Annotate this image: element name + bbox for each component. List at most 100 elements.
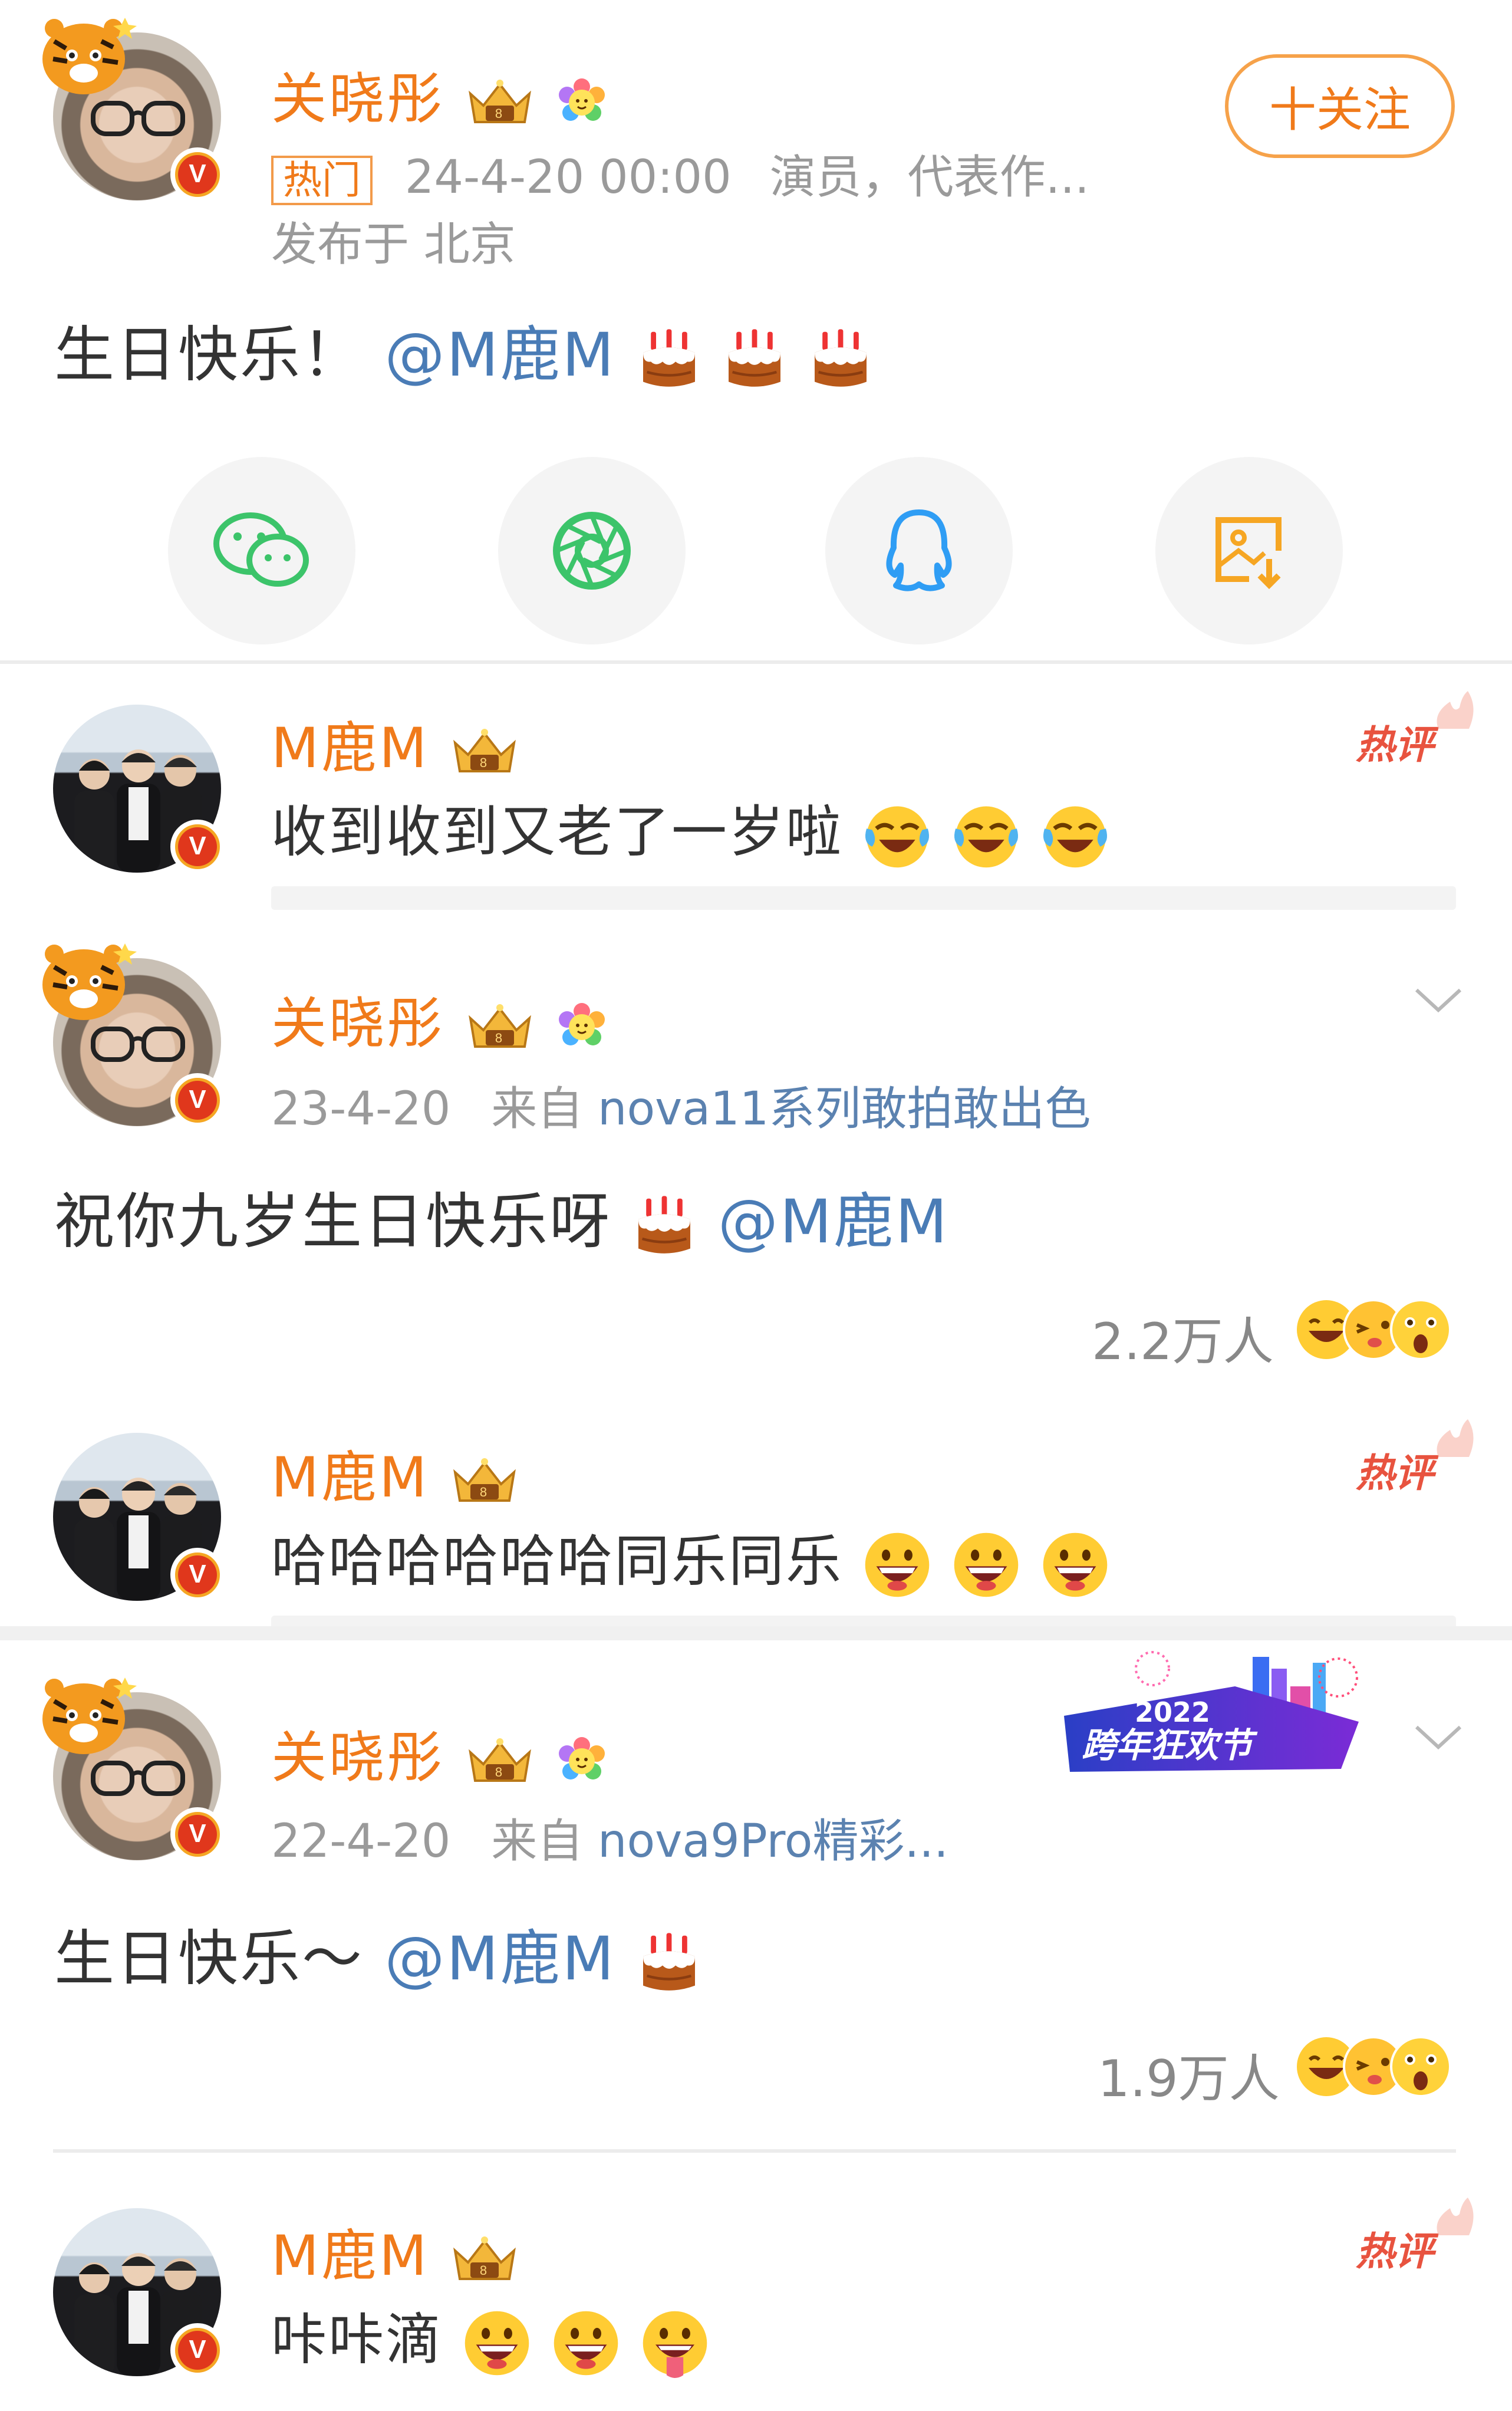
fire-decoration-icon xyxy=(1427,1418,1480,1459)
author-avatar[interactable]: V xyxy=(53,1692,225,1861)
crown-icon xyxy=(449,725,520,778)
cake-icon xyxy=(808,327,873,392)
verified-badge-icon: V xyxy=(170,2323,225,2377)
post-text: 祝你九岁生日快乐呀 xyxy=(54,1187,611,1257)
post-meta: 22-4-20 来自 nova9Pro精彩... xyxy=(271,1804,948,1870)
flower-icon xyxy=(555,76,608,129)
section-divider xyxy=(0,1626,1512,1640)
crown-icon xyxy=(449,1455,520,1508)
verified-badge-icon: V xyxy=(170,1073,225,1127)
post-date: 23-4-20 xyxy=(271,1083,451,1136)
reply-text: 收到收到又老了一岁啦 xyxy=(271,787,1110,870)
author-avatar[interactable]: V xyxy=(53,32,225,202)
grin-icon xyxy=(462,2308,532,2378)
firework-shape xyxy=(1135,1651,1170,1686)
source-link[interactable]: nova9Pro精彩... xyxy=(598,1815,948,1868)
moments-icon xyxy=(553,512,631,590)
source-link[interactable]: nova11系列敢拍敢出色 xyxy=(598,1083,1091,1136)
glasses-icon xyxy=(90,1757,187,1798)
follow-button[interactable]: 十关注 xyxy=(1225,54,1455,158)
reply-avatar[interactable]: V xyxy=(53,1433,225,1602)
post-bio: 演员，代表作... xyxy=(769,151,1089,204)
hot-comment-label: 热评 xyxy=(1356,1442,1434,1498)
reply-author-name[interactable]: M鹿M xyxy=(271,1433,520,1513)
cake-icon xyxy=(722,327,787,392)
glasses-icon xyxy=(90,1023,187,1064)
verified-badge-icon: V xyxy=(170,1548,225,1602)
tiger-decoration-icon xyxy=(37,12,143,100)
banner-year: 2022 xyxy=(1135,1696,1210,1728)
reply-avatar[interactable]: V xyxy=(53,2208,225,2377)
divider xyxy=(0,660,1512,664)
post-time: 24-4-20 00:00 xyxy=(404,151,732,204)
verified-badge-icon: V xyxy=(170,147,225,202)
divider xyxy=(53,2149,1456,2153)
post-author-name[interactable]: 关晓彤 xyxy=(271,54,608,134)
glasses-icon xyxy=(90,97,187,139)
post-author-name[interactable]: 关晓彤 xyxy=(271,979,608,1059)
reply-text: 哈哈哈哈哈哈同乐同乐 xyxy=(271,1517,1110,1600)
cake-icon xyxy=(632,1193,697,1258)
laugh-cry-icon xyxy=(1040,801,1110,870)
save-image-icon xyxy=(1215,517,1282,590)
post-location: 发布于 北京 xyxy=(271,218,516,271)
reply-author-name[interactable]: M鹿M xyxy=(271,2211,520,2291)
mention-link[interactable]: @M鹿M xyxy=(384,1924,615,1994)
post-body: 生日快乐！ @M鹿M xyxy=(54,307,873,393)
tiger-decoration-icon xyxy=(37,938,143,1026)
reply-text: 咔咔滴 xyxy=(271,2295,710,2378)
cake-icon xyxy=(637,1930,701,1995)
reply-more-bar[interactable] xyxy=(271,886,1456,910)
laugh-cry-icon xyxy=(862,801,932,870)
mention-link[interactable]: @M鹿M xyxy=(718,1187,949,1257)
post-body: 祝你九岁生日快乐呀 @M鹿M xyxy=(54,1173,949,1260)
crown-icon xyxy=(465,76,535,129)
fire-decoration-icon xyxy=(1427,2196,1480,2238)
wechat-icon xyxy=(213,512,309,587)
share-moments-button[interactable] xyxy=(498,457,686,644)
reaction-icons[interactable] xyxy=(1291,1294,1456,1365)
post-author-name[interactable]: 关晓彤 xyxy=(271,1713,608,1793)
post-text: 生日快乐～ xyxy=(54,1924,364,1994)
grin-icon xyxy=(551,2308,621,2378)
new-year-carnival-badge[interactable]: 2022 跨年狂欢节 xyxy=(1058,1645,1373,1790)
reply-author-name[interactable]: M鹿M xyxy=(271,703,520,784)
fire-decoration-icon xyxy=(1427,690,1480,731)
chevron-down-icon[interactable] xyxy=(1412,1719,1465,1754)
post-meta: 热门 24-4-20 00:00 演员，代表作... xyxy=(271,140,1089,206)
crown-icon xyxy=(449,2233,520,2286)
reply-avatar[interactable]: V xyxy=(53,705,225,874)
crown-icon xyxy=(465,1001,535,1054)
crown-icon xyxy=(465,1735,535,1788)
qq-icon xyxy=(886,509,952,591)
hot-tag: 热门 xyxy=(271,155,373,205)
like-count: 1.9万人 xyxy=(1098,2050,1280,2109)
hot-comment-label: 热评 xyxy=(1356,713,1434,770)
post-text: 生日快乐！ xyxy=(54,320,364,390)
grin-icon xyxy=(1040,1530,1110,1600)
post-meta: 23-4-20 来自 nova11系列敢拍敢出色 xyxy=(271,1072,1091,1138)
banner-title: 跨年狂欢节 xyxy=(1082,1725,1258,1765)
share-save-image-button[interactable] xyxy=(1155,457,1343,644)
verified-badge-icon: V xyxy=(170,1807,225,1861)
grin-icon xyxy=(951,1530,1021,1600)
share-wechat-button[interactable] xyxy=(168,457,355,644)
flower-icon xyxy=(555,1001,608,1054)
tongue-out-icon xyxy=(640,2308,710,2378)
author-avatar[interactable]: V xyxy=(53,958,225,1127)
source-prefix: 来自 xyxy=(491,1815,598,1868)
hot-comment-label: 热评 xyxy=(1356,2220,1434,2277)
flower-icon xyxy=(555,1735,608,1788)
chevron-down-icon[interactable] xyxy=(1412,982,1465,1017)
tiger-decoration-icon xyxy=(37,1672,143,1760)
grin-icon xyxy=(862,1530,932,1600)
post-date: 22-4-20 xyxy=(271,1815,451,1868)
laugh-cry-icon xyxy=(951,801,1021,870)
share-qq-button[interactable] xyxy=(825,457,1013,644)
post-body: 生日快乐～ @M鹿M xyxy=(54,1910,701,1997)
reaction-icons[interactable] xyxy=(1291,2031,1456,2102)
mention-link[interactable]: @M鹿M xyxy=(384,320,615,390)
verified-badge-icon: V xyxy=(170,820,225,874)
cake-icon xyxy=(637,327,701,392)
like-count: 2.2万人 xyxy=(1092,1313,1274,1371)
